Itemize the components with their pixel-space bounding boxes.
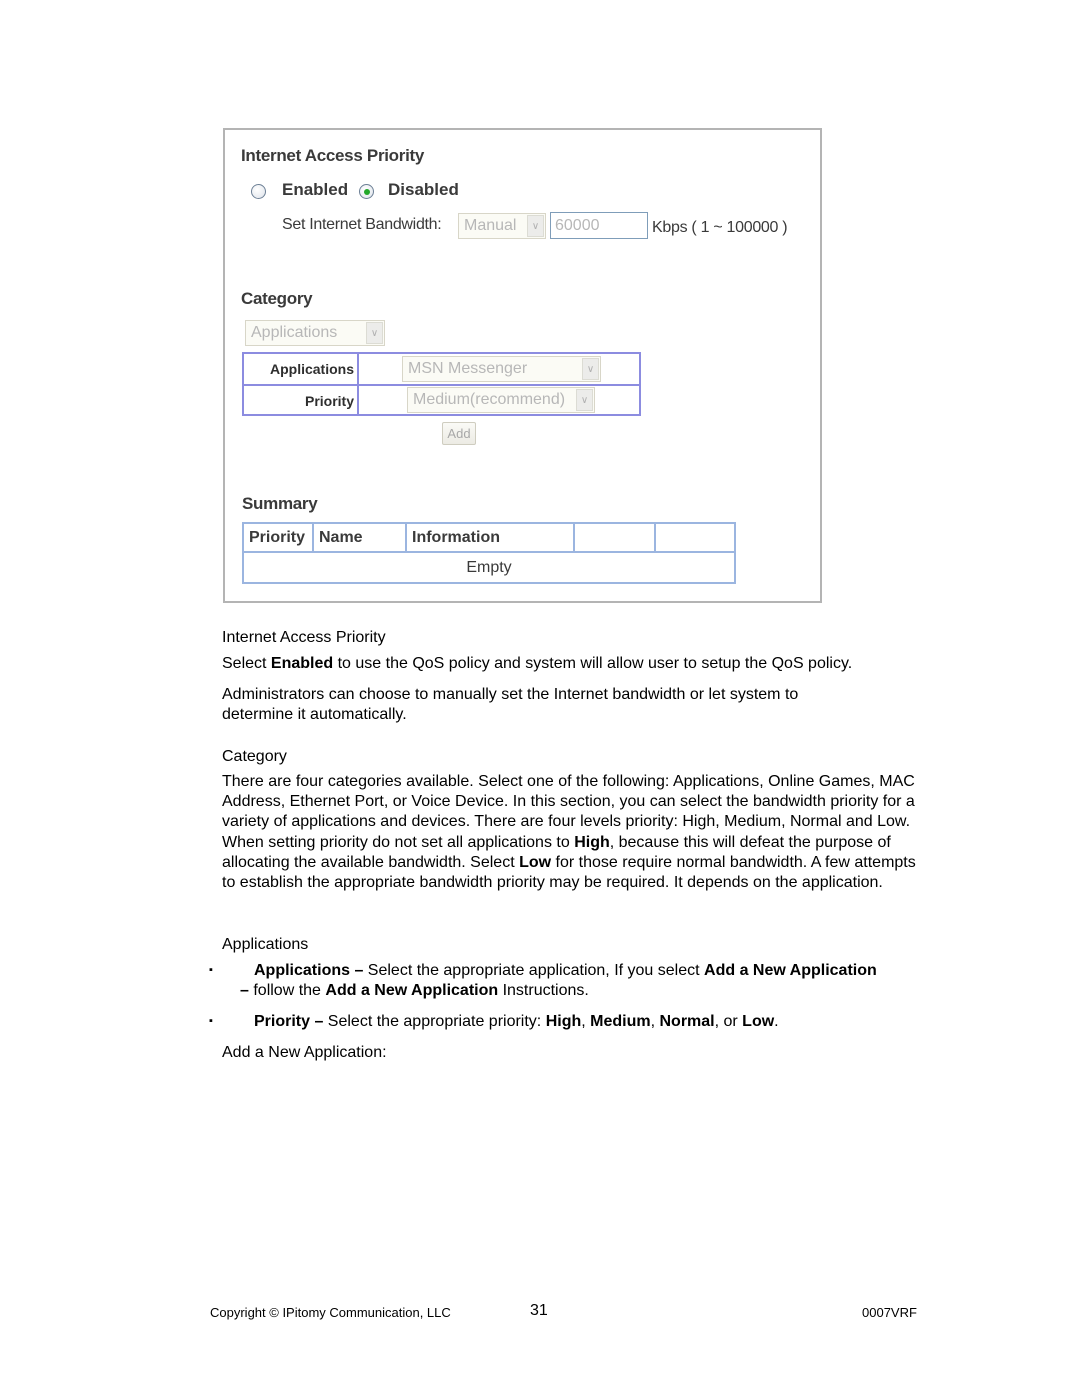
qos-settings-screenshot: Internet Access Priority Enabled Disable… [223,128,822,603]
footer-doc-code: 0007VRF [862,1305,917,1320]
radio-enabled-label: Enabled [282,180,349,199]
priority-select[interactable]: Medium(recommend) ∨ [407,387,595,413]
bullet-applications: Applications – Select the appropriate ap… [240,961,880,1001]
bold-text: Enabled [270,655,334,672]
text: Select [222,655,271,672]
paragraph-iap-bandwidth: Administrators can choose to manually se… [222,686,799,724]
bold-text: High [574,833,610,851]
iap-section-title: Internet Access Priority [241,146,425,165]
bandwidth-unit: Kbps ( 1 ~ 100000 ) [652,219,788,236]
application-select-value: MSN Messenger [408,360,528,377]
priority-select-value: Medium(recommend) [413,391,566,408]
heading-add-new-application: Add a New Application: [222,1044,387,1061]
summary-table-header: Priority Name Information [244,524,734,553]
text: Instructions. [498,982,589,1000]
radio-selected-dot [363,188,370,195]
text: , or [714,1013,743,1030]
radio-disabled[interactable] [359,184,374,199]
text: follow the [248,982,326,1000]
category-select-value: Applications [251,324,338,341]
bullet-icon: ▪ [209,1015,213,1027]
bandwidth-mode-select[interactable]: Manual ∨ [458,213,546,239]
category-section-title: Category [241,289,313,308]
radio-disabled-label: Disabled [388,180,459,199]
bandwidth-mode-value: Manual [464,217,517,234]
bold-text: Low [519,853,552,871]
chevron-down-icon: ∨ [576,389,593,411]
bold-text: Priority – [254,1013,324,1030]
text: . [774,1013,779,1030]
paragraph-category: There are four categories available. Sel… [222,772,920,893]
bullet-icon: ▪ [209,964,213,976]
bold-text: Applications – [254,962,364,979]
chevron-down-icon: ∨ [582,358,599,380]
chevron-down-icon: ∨ [527,215,544,237]
add-button[interactable]: Add [442,422,476,445]
category-row-applications: Applications MSN Messenger ∨ [244,354,639,384]
text: to use the QoS policy and system will al… [333,655,853,672]
footer-copyright: Copyright © IPitomy Communication, LLC [210,1305,451,1320]
footer-page-number: 31 [530,1302,548,1319]
summary-empty-row: Empty [466,558,512,576]
chevron-down-icon: ∨ [366,322,383,344]
heading-internet-access-priority: Internet Access Priority [222,629,386,646]
bold-text: Normal [659,1013,715,1030]
priority-label: Priority [244,386,359,416]
text: Select the appropriate application, If y… [363,962,705,979]
radio-enabled[interactable] [251,184,266,199]
category-table: Applications MSN Messenger ∨ Priority Me… [242,352,641,416]
bandwidth-label: Set Internet Bandwidth: [282,216,442,233]
summary-col-priority: Priority [244,524,314,551]
category-row-priority: Priority Medium(recommend) ∨ [244,384,639,416]
category-select[interactable]: Applications ∨ [245,320,385,346]
summary-table: Priority Name Information Empty [242,522,736,584]
text: Select the appropriate priority: [323,1013,546,1030]
bold-text: Add a New Application [325,982,499,1000]
summary-col-information: Information [407,524,575,551]
paragraph-iap-enabled: Select Enabled to use the QoS policy and… [222,654,922,674]
bold-text: High [545,1013,582,1030]
summary-col-name: Name [314,524,407,551]
summary-col-blank-2 [656,524,734,551]
heading-category: Category [222,748,287,765]
bold-text: Low [742,1013,775,1030]
bold-text: Medium [590,1013,651,1030]
applications-label: Applications [244,354,359,384]
bullet-priority: Priority – Select the appropriate priori… [254,1012,914,1032]
bandwidth-input[interactable]: 60000 [550,212,648,239]
summary-col-blank-1 [575,524,656,551]
summary-section-title: Summary [242,494,318,513]
heading-applications: Applications [222,936,309,953]
text: , [581,1013,591,1030]
application-select[interactable]: MSN Messenger ∨ [402,356,601,382]
